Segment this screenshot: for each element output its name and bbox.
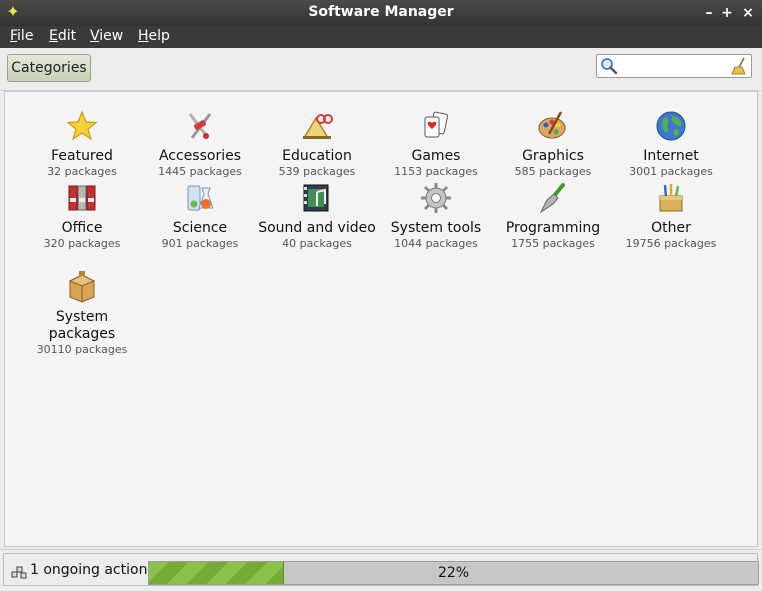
- minimize-button[interactable]: –: [700, 4, 718, 22]
- graphics-icon: [538, 111, 566, 139]
- category-name: Office: [61, 220, 103, 236]
- category-count: 32 packages: [47, 165, 117, 178]
- category-name: Sound and video: [258, 220, 376, 236]
- gear-icon: [421, 183, 451, 213]
- category-featured[interactable]: Featured 32 packages: [23, 110, 141, 179]
- category-count: 1755 packages: [511, 237, 595, 250]
- category-name: System tools: [390, 220, 482, 236]
- progress-bar: 22%: [148, 561, 759, 585]
- category-grid: Featured 32 packages Accessories 1445 pa…: [4, 91, 758, 547]
- menu-file[interactable]: File: [10, 28, 33, 44]
- menu-bar: File Edit View Help: [0, 26, 762, 48]
- menu-edit[interactable]: Edit: [49, 28, 76, 44]
- category-count: 30110 packages: [36, 343, 128, 356]
- category-name: Other: [651, 220, 691, 236]
- category-name: Programming: [505, 220, 601, 236]
- progress-text: 22%: [437, 565, 470, 581]
- category-name: Graphics: [522, 148, 584, 164]
- category-name: Accessories: [158, 148, 242, 164]
- category-other[interactable]: Other 19756 packages: [612, 182, 730, 251]
- categories-button[interactable]: Categories: [7, 54, 91, 82]
- category-count: 901 packages: [161, 237, 239, 250]
- education-icon: [302, 114, 333, 139]
- programming-icon: [539, 183, 565, 214]
- status-frame: 1 ongoing actions 22%: [3, 553, 759, 586]
- window-title: Software Manager: [308, 4, 454, 20]
- status-text: 1 ongoing actions: [30, 562, 155, 578]
- category-office[interactable]: Office 320 packages: [23, 182, 141, 251]
- category-count: 1445 packages: [158, 165, 242, 178]
- category-programming[interactable]: Programming 1755 packages: [494, 182, 612, 251]
- category-science[interactable]: Science 901 packages: [141, 182, 259, 251]
- category-count: 1044 packages: [394, 237, 478, 250]
- category-count: 539 packages: [278, 165, 356, 178]
- category-count: 585 packages: [514, 165, 592, 178]
- accessories-icon: [188, 113, 212, 139]
- category-education[interactable]: Education 539 packages: [258, 110, 376, 179]
- category-name: Internet: [643, 148, 699, 164]
- search-box[interactable]: [596, 54, 752, 78]
- sound-video-icon: [303, 184, 329, 212]
- category-count: 1153 packages: [394, 165, 478, 178]
- category-sound-and-video[interactable]: Sound and video 40 packages: [258, 182, 376, 251]
- globe-icon: [656, 111, 686, 141]
- category-graphics[interactable]: Graphics 585 packages: [494, 110, 612, 179]
- category-system-packages[interactable]: System packages 30110 packages: [23, 269, 141, 357]
- clear-search-icon[interactable]: [730, 56, 748, 76]
- category-internet[interactable]: Internet 3001 packages: [612, 110, 730, 179]
- category-count: 40 packages: [282, 237, 352, 250]
- toolbar: Categories: [0, 48, 762, 91]
- search-icon: [601, 58, 618, 75]
- office-icon: [68, 185, 96, 211]
- title-bar: ✦ Software Manager – + ×: [0, 0, 762, 26]
- category-system-tools[interactable]: System tools 1044 packages: [377, 182, 495, 251]
- category-count: 19756 packages: [625, 237, 717, 250]
- science-icon: [187, 185, 214, 211]
- star-icon: [66, 110, 98, 141]
- close-button[interactable]: ×: [739, 4, 757, 22]
- menu-help[interactable]: Help: [138, 28, 170, 44]
- games-icon: [424, 111, 449, 138]
- category-count: 3001 packages: [629, 165, 713, 178]
- category-name: System packages: [48, 309, 116, 342]
- category-games[interactable]: Games 1153 packages: [377, 110, 495, 179]
- package-icon: [68, 269, 96, 303]
- category-name: Education: [282, 148, 352, 164]
- category-name: Featured: [51, 148, 113, 164]
- maximize-button[interactable]: +: [718, 4, 736, 22]
- category-accessories[interactable]: Accessories 1445 packages: [141, 110, 259, 179]
- status-bar: 1 ongoing actions 22%: [0, 549, 762, 591]
- category-name: Games: [411, 148, 461, 164]
- category-name: Science: [172, 220, 228, 236]
- category-count: 320 packages: [43, 237, 121, 250]
- activity-icon: [11, 566, 27, 579]
- other-icon: [659, 184, 683, 212]
- menu-view[interactable]: View: [90, 28, 123, 44]
